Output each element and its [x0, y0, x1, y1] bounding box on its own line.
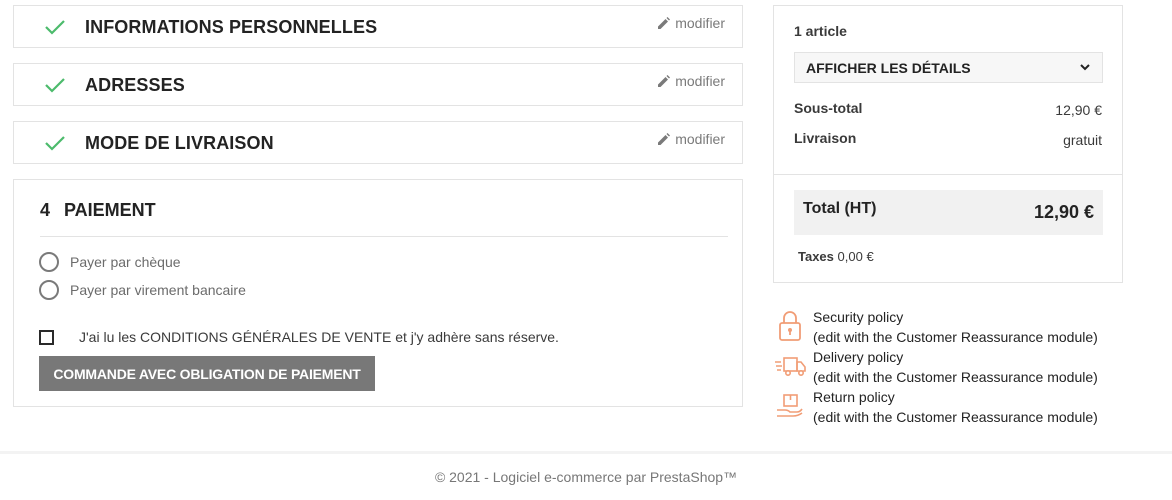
footer-copyright[interactable]: © 2021 - Logiciel e-commerce par PrestaS… [0, 469, 1172, 485]
total-row: Total (HT) 12,90 € [794, 190, 1103, 235]
payment-option-label: Payer par virement bancaire [70, 282, 246, 298]
terms-agreement[interactable]: J'ai lu les CONDITIONS GÉNÉRALES DE VENT… [39, 329, 559, 345]
reassurance-title: Security policy [813, 309, 904, 325]
lock-icon [779, 311, 801, 341]
reassurance-subtitle: (edit with the Customer Reassurance modu… [813, 409, 1098, 425]
edit-link[interactable]: modifier [657, 131, 725, 147]
return-package-icon [777, 394, 803, 417]
step-delivery: MODE DE LIVRAISON modifier [13, 121, 743, 164]
subtotal-value: 12,90 € [1055, 102, 1102, 118]
delivery-truck-icon [775, 357, 806, 376]
subtotal-label: Sous-total [794, 100, 863, 116]
show-details-button[interactable]: AFFICHER LES DÉTAILS [794, 52, 1103, 83]
pencil-icon [658, 16, 671, 29]
step-addresses: ADRESSES modifier [13, 63, 743, 106]
pencil-icon [658, 132, 671, 145]
checkmark-icon [45, 78, 65, 93]
total-value: 12,90 € [1033, 202, 1094, 222]
reassurance-text: Security policy (edit with the Customer … [813, 307, 1098, 347]
taxes-label: Taxes [798, 249, 834, 264]
reassurance-title: Delivery policy [813, 349, 904, 365]
subtotal-row: Sous-total 12,90 € [794, 100, 1102, 118]
terms-label: J'ai lu les CONDITIONS GÉNÉRALES DE VENT… [79, 329, 559, 345]
pencil-icon [658, 74, 671, 87]
item-count: 1 article [794, 23, 847, 39]
shipping-row: Livraison gratuit [794, 130, 1102, 148]
terms-checkbox[interactable] [39, 329, 54, 345]
step-payment: 4 PAIEMENT Payer par chèque Payer par vi… [13, 179, 743, 407]
step-title: INFORMATIONS PERSONNELLES [85, 17, 378, 37]
radio-button[interactable] [39, 252, 59, 272]
divider [774, 174, 1122, 175]
footer-divider [0, 451, 1172, 454]
edit-label: modifier [675, 15, 725, 31]
payment-option-cheque[interactable]: Payer par chèque [39, 252, 181, 272]
checkmark-icon [45, 20, 65, 35]
edit-link[interactable]: modifier [657, 73, 725, 89]
reassurance-text: Return policy (edit with the Customer Re… [813, 387, 1098, 427]
reassurance-subtitle: (edit with the Customer Reassurance modu… [813, 369, 1098, 385]
divider [40, 236, 728, 237]
cart-summary: 1 article AFFICHER LES DÉTAILS Sous-tota… [773, 5, 1123, 283]
place-order-button[interactable]: COMMANDE AVEC OBLIGATION DE PAIEMENT [39, 356, 375, 391]
step-title: PAIEMENT [64, 200, 156, 220]
reassurance-return: Return policy (edit with the Customer Re… [773, 387, 1133, 427]
reassurance-security: Security policy (edit with the Customer … [773, 307, 1133, 347]
show-details-label: AFFICHER LES DÉTAILS [806, 59, 971, 76]
payment-option-label: Payer par chèque [70, 254, 181, 270]
chevron-down-icon [1080, 64, 1090, 71]
reassurance-delivery: Delivery policy (edit with the Customer … [773, 347, 1133, 387]
reassurance-title: Return policy [813, 389, 895, 405]
edit-label: modifier [675, 131, 725, 147]
taxes-row: Taxes 0,00 € [798, 249, 874, 264]
taxes-value: 0,00 € [837, 249, 874, 264]
step-number: 4 [40, 200, 51, 220]
step-title: MODE DE LIVRAISON [85, 133, 274, 153]
edit-link[interactable]: modifier [657, 15, 725, 31]
total-label: Total (HT) [803, 200, 877, 217]
edit-label: modifier [675, 73, 725, 89]
shipping-value: gratuit [1063, 132, 1102, 148]
checkmark-icon [45, 136, 65, 151]
step-personal-info: INFORMATIONS PERSONNELLES modifier [13, 5, 743, 48]
reassurance-text: Delivery policy (edit with the Customer … [813, 347, 1098, 387]
shipping-label: Livraison [794, 130, 857, 146]
radio-button[interactable] [39, 280, 59, 300]
reassurance-subtitle: (edit with the Customer Reassurance modu… [813, 329, 1098, 345]
step-title: ADRESSES [85, 75, 185, 95]
payment-option-bank-transfer[interactable]: Payer par virement bancaire [39, 280, 246, 300]
